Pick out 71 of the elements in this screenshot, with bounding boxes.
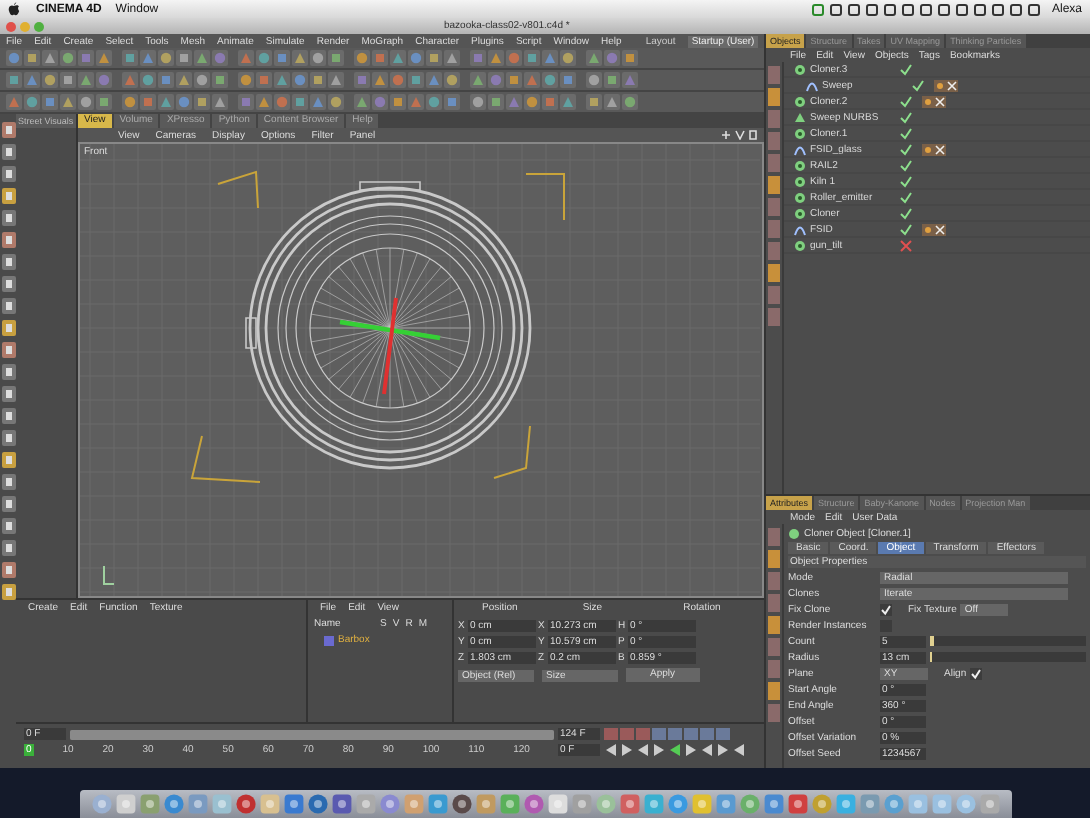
zoom-button[interactable] [34, 21, 44, 31]
app-icon[interactable] [883, 794, 903, 814]
app-icon[interactable] [931, 794, 951, 814]
app-icon[interactable] [715, 794, 735, 814]
check-icon[interactable] [900, 175, 912, 187]
cloner-icon [794, 63, 806, 75]
app-icon[interactable] [379, 794, 399, 814]
navigation-icon[interactable] [722, 130, 758, 140]
app-icon[interactable] [475, 794, 495, 814]
app-icon[interactable] [811, 794, 831, 814]
cloner-icon [794, 239, 806, 251]
layer-color-swatch [324, 635, 334, 645]
app-icon[interactable] [91, 794, 111, 814]
app-icon[interactable] [571, 794, 591, 814]
check-icon[interactable] [900, 191, 912, 203]
check-icon[interactable] [900, 95, 912, 107]
check-icon[interactable] [900, 207, 912, 219]
app-icon[interactable] [499, 794, 519, 814]
app-icon[interactable] [331, 794, 351, 814]
app-icon[interactable] [763, 794, 783, 814]
check-icon[interactable] [900, 223, 912, 235]
frame-range-slider[interactable] [70, 729, 554, 740]
app-icon[interactable] [283, 794, 303, 814]
app-icon[interactable] [619, 794, 639, 814]
minimize-button[interactable] [20, 21, 30, 31]
sweep-icon [794, 111, 806, 123]
check-icon[interactable] [912, 79, 924, 91]
app-icon[interactable] [403, 794, 423, 814]
app-icon[interactable] [427, 794, 447, 814]
app-icon[interactable] [739, 794, 759, 814]
apple-icon[interactable] [8, 2, 20, 16]
app-icon[interactable] [355, 794, 375, 814]
app-icon[interactable] [595, 794, 615, 814]
check-icon[interactable] [900, 159, 912, 171]
slider-track[interactable] [930, 652, 1086, 662]
app-icon[interactable] [667, 794, 687, 814]
checkbox[interactable] [880, 603, 892, 615]
app-icon[interactable] [859, 794, 879, 814]
check-icon[interactable] [900, 127, 912, 139]
app-icon[interactable] [115, 794, 135, 814]
app-icon[interactable] [235, 794, 255, 814]
app-icon[interactable] [643, 794, 663, 814]
cloner-icon [794, 127, 806, 139]
app-icon[interactable] [691, 794, 711, 814]
cross-icon[interactable] [900, 239, 912, 251]
app-icon[interactable] [187, 794, 207, 814]
check-icon[interactable] [900, 63, 912, 75]
checkbox[interactable] [970, 667, 983, 679]
app-icon[interactable] [955, 794, 975, 814]
spline-icon [794, 223, 806, 235]
spline-icon [806, 79, 818, 91]
cloner-icon [788, 527, 800, 539]
app-icon[interactable] [259, 794, 279, 814]
app-icon[interactable] [523, 794, 543, 814]
app-icon[interactable] [835, 794, 855, 814]
spline-icon [794, 143, 806, 155]
app-icon[interactable] [451, 794, 471, 814]
check-icon[interactable] [900, 111, 912, 123]
check-icon[interactable] [900, 143, 912, 155]
axis-gizmo-icon [100, 564, 116, 588]
close-button[interactable] [6, 21, 16, 31]
app-icon[interactable] [307, 794, 327, 814]
app-icon[interactable] [787, 794, 807, 814]
app-icon[interactable] [163, 794, 183, 814]
app-icon[interactable] [211, 794, 231, 814]
cloner-icon [794, 95, 806, 107]
app-icon[interactable] [979, 794, 999, 814]
app-icon[interactable] [547, 794, 567, 814]
app-icon[interactable] [139, 794, 159, 814]
slider-track[interactable] [930, 636, 1086, 646]
app-icon[interactable] [907, 794, 927, 814]
